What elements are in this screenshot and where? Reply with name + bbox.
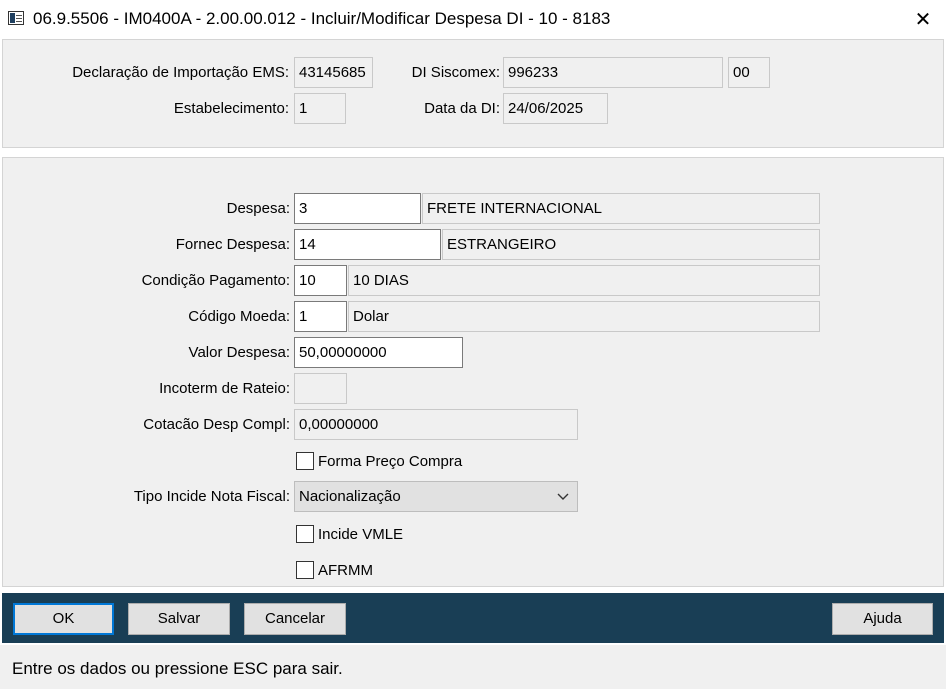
incide-vmle-label[interactable]: Incide VMLE bbox=[318, 526, 403, 543]
afrmm-label[interactable]: AFRMM bbox=[318, 562, 373, 579]
forma-preco-label[interactable]: Forma Preço Compra bbox=[318, 453, 462, 470]
despesa-desc-field: FRETE INTERNACIONAL bbox=[422, 193, 820, 224]
status-message: Entre os dados ou pressione ESC para sai… bbox=[12, 659, 343, 678]
despesa-label: Despesa: bbox=[226, 200, 290, 217]
di-siscomex-suffix-field[interactable]: 00 bbox=[728, 57, 770, 88]
close-button[interactable]: ✕ bbox=[900, 0, 946, 38]
cotacao-label: Cotacão Desp Compl: bbox=[143, 416, 290, 433]
cancel-button[interactable]: Cancelar bbox=[244, 603, 346, 635]
tipo-incide-value: Nacionalização bbox=[299, 488, 401, 505]
di-siscomex-label: DI Siscomex: bbox=[411, 64, 500, 81]
declaracao-field[interactable]: 43145685 bbox=[294, 57, 373, 88]
window-title: 06.9.5506 - IM0400A - 2.00.00.012 - Incl… bbox=[33, 9, 611, 28]
valor-input[interactable]: 50,00000000 bbox=[294, 337, 463, 368]
header-panel bbox=[2, 39, 944, 148]
chevron-down-icon bbox=[557, 493, 569, 500]
button-bar: OK Salvar Cancelar Ajuda bbox=[2, 593, 944, 643]
fornec-desc-field: ESTRANGEIRO bbox=[442, 229, 820, 260]
incoterm-label: Incoterm de Rateio: bbox=[159, 380, 290, 397]
fornec-code-input[interactable]: 14 bbox=[294, 229, 441, 260]
moeda-desc-field: Dolar bbox=[348, 301, 820, 332]
moeda-code-input[interactable]: 1 bbox=[294, 301, 347, 332]
app-window-icon bbox=[8, 11, 24, 25]
di-siscomex-field[interactable]: 996233 bbox=[503, 57, 723, 88]
declaracao-label: Declaração de Importação EMS: bbox=[72, 64, 289, 81]
estabelecimento-field[interactable]: 1 bbox=[294, 93, 346, 124]
title-bar: 06.9.5506 - IM0400A - 2.00.00.012 - Incl… bbox=[0, 0, 946, 39]
data-di-field[interactable]: 24/06/2025 bbox=[503, 93, 608, 124]
forma-preco-checkbox[interactable] bbox=[296, 452, 314, 470]
tipo-incide-select[interactable]: Nacionalização bbox=[294, 481, 578, 512]
condicao-code-input[interactable]: 10 bbox=[294, 265, 347, 296]
data-di-label: Data da DI: bbox=[424, 100, 500, 117]
afrmm-checkbox[interactable] bbox=[296, 561, 314, 579]
save-button[interactable]: Salvar bbox=[128, 603, 230, 635]
cotacao-field: 0,00000000 bbox=[294, 409, 578, 440]
ok-button[interactable]: OK bbox=[13, 603, 114, 635]
estabelecimento-label: Estabelecimento: bbox=[173, 100, 289, 117]
tipo-incide-label: Tipo Incide Nota Fiscal: bbox=[133, 488, 290, 505]
incide-vmle-checkbox[interactable] bbox=[296, 525, 314, 543]
close-icon: ✕ bbox=[914, 7, 932, 31]
fornec-label: Fornec Despesa: bbox=[175, 236, 290, 253]
moeda-label: Código Moeda: bbox=[188, 308, 290, 325]
condicao-label: Condição Pagamento: bbox=[141, 272, 290, 289]
condicao-desc-field: 10 DIAS bbox=[348, 265, 820, 296]
valor-label: Valor Despesa: bbox=[188, 344, 290, 361]
status-bar: Entre os dados ou pressione ESC para sai… bbox=[0, 645, 946, 689]
despesa-code-input[interactable]: 3 bbox=[294, 193, 421, 224]
incoterm-field bbox=[294, 373, 347, 404]
help-button[interactable]: Ajuda bbox=[832, 603, 933, 635]
